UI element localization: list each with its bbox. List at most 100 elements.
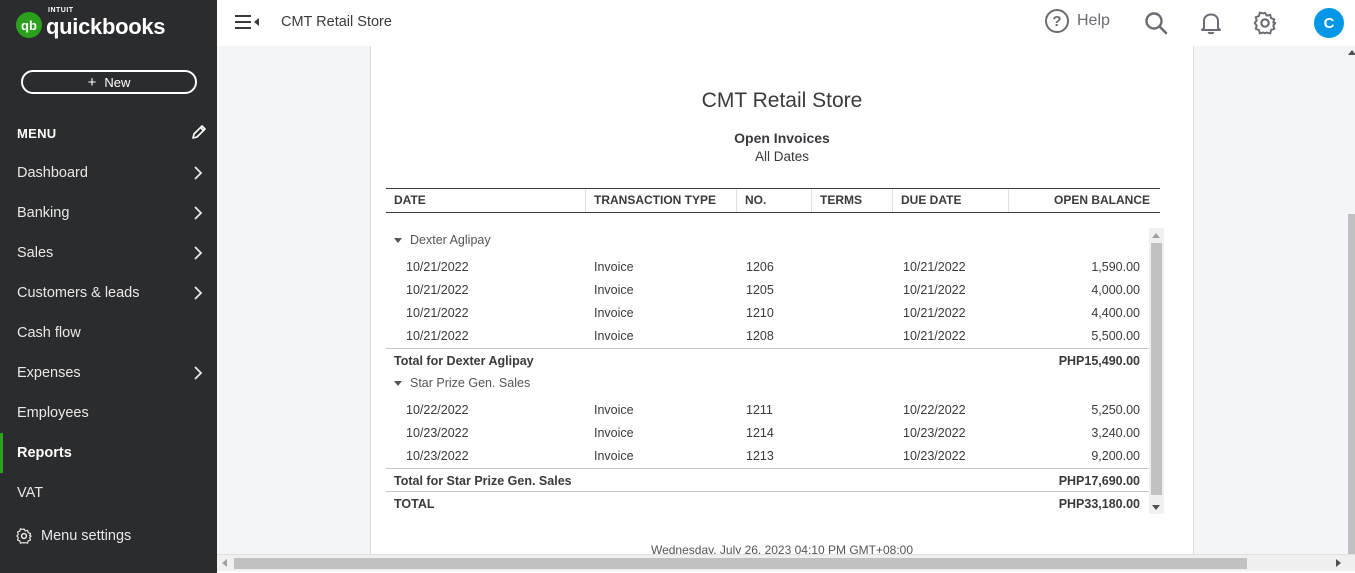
page-scroll-up-arrow-icon[interactable]: [1348, 50, 1355, 55]
cell-no: 1213: [746, 449, 774, 463]
top-bar: CMT Retail Store ? Help C: [217, 0, 1355, 46]
cell-due-date: 10/23/2022: [903, 426, 966, 440]
column-header-no[interactable]: NO.: [737, 189, 812, 212]
sidebar-item-label: Employees: [17, 405, 89, 421]
cell-open-balance: 5,250.00: [1091, 403, 1140, 417]
chevron-right-icon: [194, 166, 203, 180]
quickbooks-logo[interactable]: qb INTUIT quickbooks: [16, 7, 166, 40]
cell-open-balance: 5,500.00: [1091, 329, 1140, 343]
sidebar-item-label: Sales: [17, 245, 54, 261]
sidebar-item-dashboard[interactable]: Dashboard: [0, 153, 217, 193]
sidebar-item-sales[interactable]: Sales: [0, 233, 217, 273]
table-body: Dexter Aglipay 10/21/2022 Invoice 1206 10/21…: [386, 228, 1164, 514]
scroll-up-arrow-icon[interactable]: [1152, 233, 1160, 238]
grand-total-label: TOTAL: [394, 497, 435, 511]
pencil-icon[interactable]: [190, 123, 208, 141]
chevron-right-icon: [194, 366, 203, 380]
report-timestamp: Wednesday, July 26, 2023 04:10 PM GMT+08…: [650, 543, 914, 554]
column-header-transaction-type[interactable]: TRANSACTION TYPE: [586, 189, 737, 212]
cell-open-balance: 1,590.00: [1091, 260, 1140, 274]
table-row[interactable]: 10/22/2022 Invoice 1211 10/22/2022 5,250.00: [386, 399, 1164, 422]
cell-due-date: 10/22/2022: [903, 403, 966, 417]
cell-transaction-type: Invoice: [594, 403, 634, 417]
column-header-terms[interactable]: TERMS: [812, 189, 893, 212]
group-total-value: PHP15,490.00: [1058, 354, 1140, 368]
sidebar-item-reports[interactable]: Reports: [0, 433, 217, 473]
cell-transaction-type: Invoice: [594, 260, 634, 274]
logo-name-text: quickbooks: [46, 14, 166, 39]
cell-open-balance: 4,000.00: [1091, 283, 1140, 297]
table-row[interactable]: 10/21/2022 Invoice 1205 10/21/2022 4,000.00: [386, 279, 1164, 302]
cell-no: 1214: [746, 426, 774, 440]
report-company-name: CMT Retail Store: [701, 89, 863, 112]
column-header-date[interactable]: DATE: [386, 189, 586, 212]
new-button[interactable]: + New: [21, 70, 197, 94]
search-icon[interactable]: [1143, 10, 1169, 36]
user-avatar[interactable]: C: [1314, 8, 1344, 38]
cell-transaction-type: Invoice: [594, 283, 634, 297]
bell-icon[interactable]: [1198, 10, 1224, 36]
sidebar-item-banking[interactable]: Banking: [0, 193, 217, 233]
scroll-right-arrow-icon[interactable]: [1336, 559, 1341, 567]
cell-open-balance: 3,240.00: [1091, 426, 1140, 440]
table-row[interactable]: 10/23/2022 Invoice 1213 10/23/2022 9,200.00: [386, 445, 1164, 468]
column-header-due-date[interactable]: DUE DATE: [893, 189, 1009, 212]
caret-down-icon[interactable]: [394, 237, 402, 243]
cell-date: 10/23/2022: [406, 426, 469, 440]
cell-due-date: 10/21/2022: [903, 329, 966, 343]
plus-icon: +: [87, 73, 97, 91]
cell-open-balance: 4,400.00: [1091, 306, 1140, 320]
table-header: DATE TRANSACTION TYPE NO. TERMS DUE DATE…: [386, 188, 1160, 213]
qb-logo-icon: qb: [16, 12, 42, 38]
sidebar-item-expenses[interactable]: Expenses: [0, 353, 217, 393]
table-row[interactable]: 10/21/2022 Invoice 1210 10/21/2022 4,400.00: [386, 302, 1164, 325]
settings-gear-icon[interactable]: [1252, 10, 1278, 36]
page-horizontal-scrollbar-thumb[interactable]: [234, 558, 1247, 569]
cell-transaction-type: Invoice: [594, 329, 634, 343]
sidebar-item-employees[interactable]: Employees: [0, 393, 217, 433]
chevron-right-icon: [194, 206, 203, 220]
scroll-down-arrow-icon[interactable]: [1152, 505, 1160, 510]
cell-due-date: 10/21/2022: [903, 260, 966, 274]
group-header[interactable]: Star Prize Gen. Sales: [394, 376, 530, 390]
chevron-right-icon: [194, 246, 203, 260]
table-scrollbar[interactable]: [1149, 228, 1164, 514]
table-row[interactable]: 10/23/2022 Invoice 1214 10/23/2022 3,240.00: [386, 422, 1164, 445]
cell-no: 1208: [746, 329, 774, 343]
scroll-left-arrow-icon[interactable]: [222, 559, 227, 567]
table-row[interactable]: 10/21/2022 Invoice 1208 10/21/2022 5,500.00: [386, 325, 1164, 348]
chevron-right-icon: [194, 286, 203, 300]
cell-due-date: 10/23/2022: [903, 449, 966, 463]
main-content: CMT Retail Store Open Invoices All Dates…: [217, 46, 1355, 554]
report-card: CMT Retail Store Open Invoices All Dates…: [370, 46, 1194, 554]
sidebar-item-label: Banking: [17, 205, 70, 221]
menu-settings-button[interactable]: Menu settings: [15, 527, 131, 545]
cell-no: 1210: [746, 306, 774, 320]
column-header-open-balance[interactable]: OPEN BALANCE: [1009, 189, 1160, 212]
page-horizontal-scrollbar[interactable]: [217, 554, 1355, 571]
caret-down-icon[interactable]: [394, 380, 402, 386]
sidebar-item-customers-leads[interactable]: Customers & leads: [0, 273, 217, 313]
sidebar-item-label: Expenses: [17, 365, 81, 381]
grand-total-value: PHP33,180.00: [1058, 497, 1140, 511]
cell-date: 10/21/2022: [406, 329, 469, 343]
sidebar-item-vat[interactable]: VAT: [0, 473, 217, 513]
menu-settings-label: Menu settings: [41, 528, 132, 544]
group-total-label: Total for Dexter Aglipay: [394, 354, 534, 368]
collapse-menu-icon[interactable]: [235, 13, 261, 31]
sidebar-item-label: Dashboard: [17, 165, 88, 181]
cell-date: 10/21/2022: [406, 306, 469, 320]
cell-date: 10/22/2022: [406, 403, 469, 417]
new-button-label: New: [104, 74, 131, 90]
help-button[interactable]: ? Help: [1045, 9, 1110, 33]
page-vertical-scrollbar[interactable]: [1340, 46, 1355, 554]
page-vertical-scrollbar-thumb[interactable]: [1348, 214, 1355, 554]
sidebar: qb INTUIT quickbooks + New MENU Dashboar…: [0, 0, 217, 573]
cell-no: 1211: [746, 403, 773, 417]
table-scrollbar-thumb[interactable]: [1151, 243, 1162, 495]
sidebar-item-cash-flow[interactable]: Cash flow: [0, 313, 217, 353]
cell-due-date: 10/21/2022: [903, 283, 966, 297]
group-header[interactable]: Dexter Aglipay: [394, 233, 491, 247]
report-table: DATE TRANSACTION TYPE NO. TERMS DUE DATE…: [386, 188, 1164, 511]
table-row[interactable]: 10/21/2022 Invoice 1206 10/21/2022 1,590.00: [386, 256, 1164, 279]
